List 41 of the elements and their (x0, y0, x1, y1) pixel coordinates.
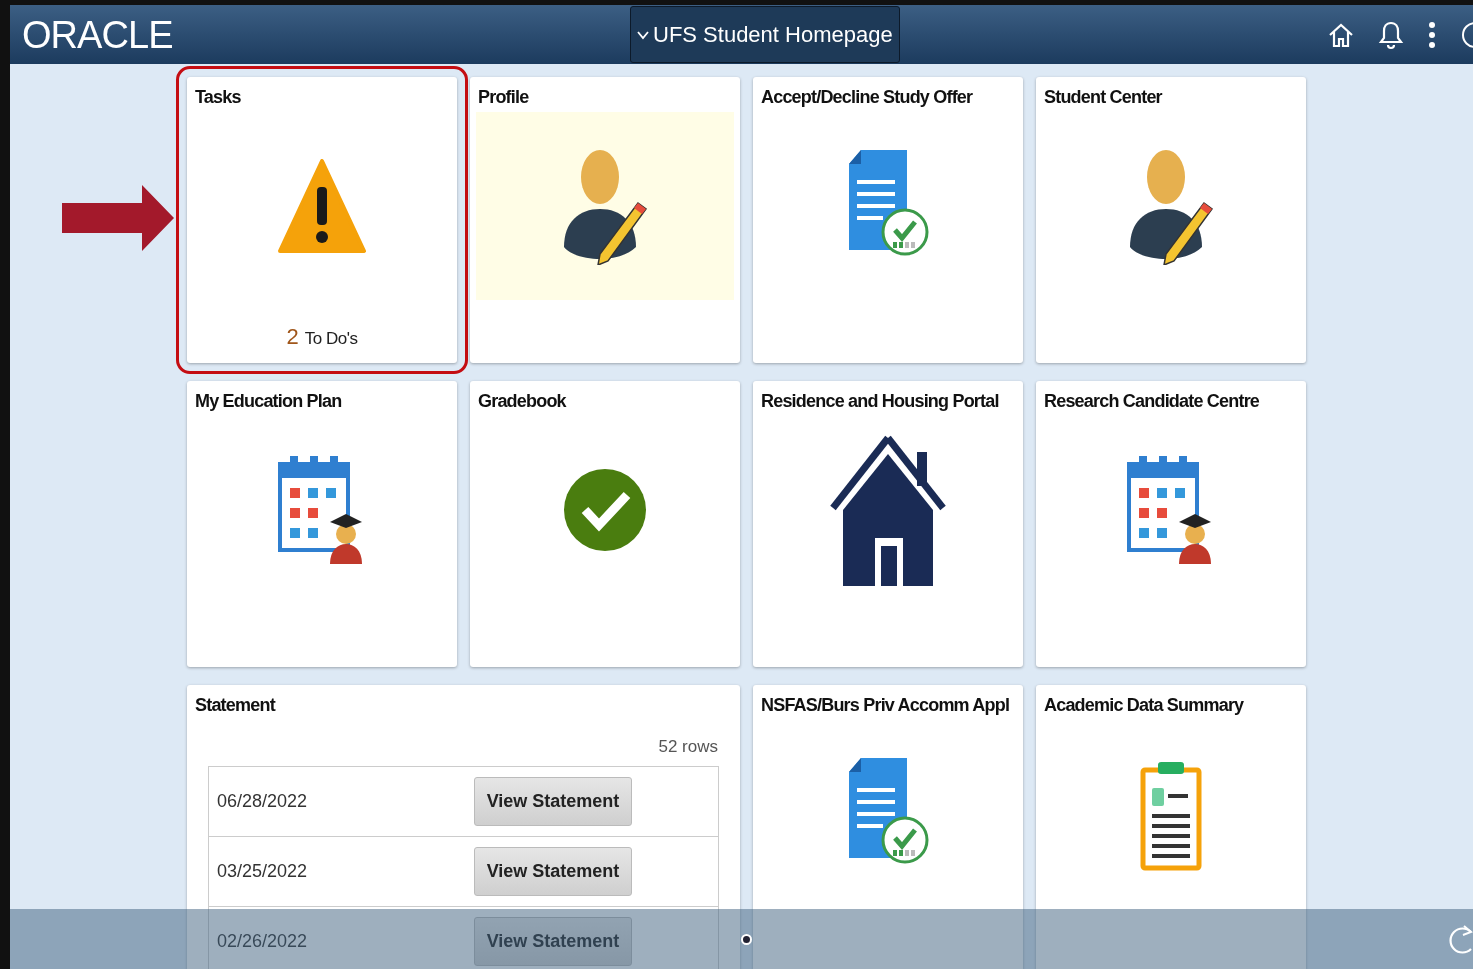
tile-title: Residence and Housing Portal (760, 390, 1000, 412)
tile[interactable]: NSFAS/Burs Priv Accomm Appl (753, 685, 1023, 969)
notifications-icon[interactable] (1377, 19, 1405, 50)
row-count: 52 rows (658, 736, 718, 758)
tile-title: Gradebook (477, 390, 568, 412)
tile-title: NSFAS/Burs Priv Accomm Appl (760, 694, 1011, 716)
tile-title: Statement (194, 694, 277, 716)
page-menu-button[interactable]: UFS Student Homepage (630, 6, 900, 63)
statement-date: 06/28/2022 (217, 789, 309, 813)
tile-title: Accept/Decline Study Offer (760, 86, 974, 108)
tile[interactable]: Research Candidate Centre (1036, 381, 1306, 667)
tile[interactable]: Gradebook (470, 381, 740, 667)
todo-label: To Do's (304, 328, 358, 350)
warning-icon (278, 159, 366, 253)
tile[interactable]: Profile (470, 77, 740, 363)
chevron-down-icon (637, 29, 649, 40)
view-statement-button[interactable]: View Statement (474, 776, 632, 826)
tile[interactable]: Student Center (1036, 77, 1306, 363)
pointer-arrow-icon (62, 185, 174, 251)
tile-title: Research Candidate Centre (1043, 390, 1261, 412)
tile-title: Student Center (1043, 86, 1164, 108)
tile[interactable]: Academic Data Summary (1036, 685, 1306, 969)
statement-date: 03/25/2022 (217, 859, 309, 883)
tile[interactable]: My Education Plan (187, 381, 457, 667)
page-indicator-icon[interactable] (741, 934, 752, 945)
tile-title: My Education Plan (194, 390, 343, 412)
todo-count: 2 (286, 323, 299, 351)
tile[interactable]: Statement 52 rows 06/28/2022 View Statement 03/25/2022 View Statement 02/26/2022 View Statement (187, 685, 740, 969)
oracle-logo[interactable]: ORACLE (22, 15, 173, 54)
person-pencil-icon (1128, 147, 1214, 265)
tile[interactable]: Residence and Housing Portal (753, 381, 1023, 667)
more-options-icon[interactable] (1427, 19, 1437, 50)
tile-title: Tasks (194, 86, 242, 108)
refresh-icon[interactable] (1447, 923, 1473, 957)
tile-title: Academic Data Summary (1043, 694, 1245, 716)
tile-title: Profile (477, 86, 530, 108)
statement-date: 02/26/2022 (217, 929, 309, 953)
tile[interactable]: Accept/Decline Study Offer (753, 77, 1023, 363)
person-pencil-icon (562, 147, 648, 265)
view-statement-button[interactable]: View Statement (474, 846, 632, 896)
view-statement-button[interactable]: View Statement (474, 916, 632, 966)
